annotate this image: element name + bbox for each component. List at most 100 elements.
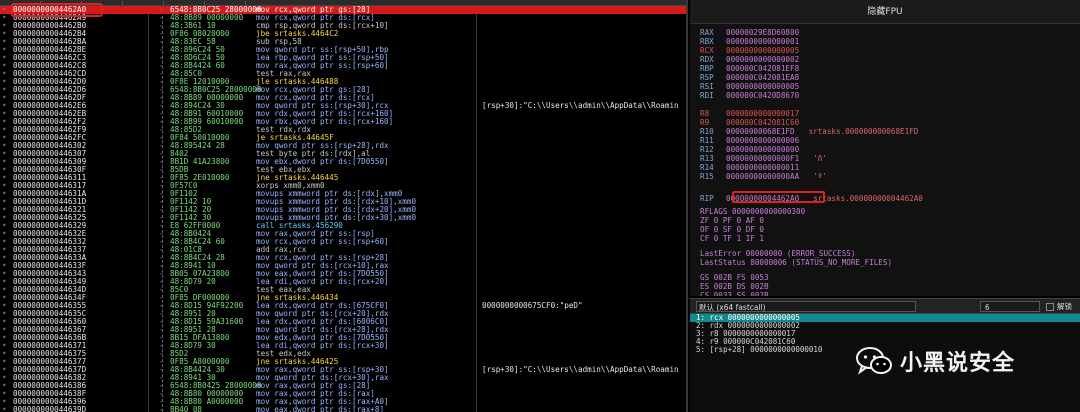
register-r13[interactable]: R13 00000000000000F1 'ñ' bbox=[700, 154, 827, 163]
register-r15[interactable]: R15 00000000000000AA 'ª' bbox=[700, 172, 827, 181]
breakpoint-gutter[interactable]: • bbox=[2, 206, 12, 214]
breakpoint-gutter[interactable]: • bbox=[2, 382, 12, 390]
flags-line[interactable]: RFLAGS 0000000000000300 bbox=[700, 207, 805, 216]
register-value[interactable]: 0000000000000001 bbox=[726, 37, 799, 46]
register-rip[interactable]: RIP 00000000004462A0 srtasks.0000000000446… bbox=[700, 191, 923, 203]
breakpoint-gutter[interactable]: • bbox=[2, 166, 12, 174]
breakpoint-gutter[interactable]: • bbox=[2, 294, 12, 302]
instruction-row[interactable]: • 000000000044633F -48:8941 10 mov qword pt… bbox=[0, 262, 686, 270]
instruction-row[interactable]: • 000000000044631A -0F1102 movups xmmword p… bbox=[0, 190, 686, 198]
breakpoint-gutter[interactable]: • bbox=[2, 110, 12, 118]
breakpoint-gutter[interactable]: • bbox=[2, 366, 12, 374]
instruction-row[interactable]: • 000000000044633A -48:8B4C24 28 mov rcx,qw… bbox=[0, 254, 686, 262]
register-r9[interactable]: R9 000000C042081C60 bbox=[700, 118, 813, 127]
breakpoint-gutter[interactable]: • bbox=[2, 94, 12, 102]
breakpoint-gutter[interactable]: • bbox=[2, 86, 12, 94]
breakpoint-gutter[interactable]: • bbox=[2, 126, 12, 134]
instruction-row[interactable]: • 000000000044634D -85C0 test eax,eax bbox=[0, 286, 686, 294]
instruction-row[interactable]: • 00000000004462EB -48:8B91 60010000 mov rd… bbox=[0, 110, 686, 118]
register-value[interactable]: 0000000000000011 bbox=[726, 163, 799, 172]
breakpoint-gutter[interactable]: • bbox=[2, 134, 12, 142]
instruction-row[interactable]: • 00000000004462FC -0F84 50010000 je srtask… bbox=[0, 134, 686, 142]
instruction-row[interactable]: • 0000000000446302 -48:895424 28 mov qword … bbox=[0, 142, 686, 150]
breakpoint-gutter[interactable]: • bbox=[2, 270, 12, 278]
register-rdi[interactable]: RDI 000000C0420D8670 bbox=[700, 91, 813, 100]
instruction-row[interactable]: • 0000000000446377 -0F85 A8000000 jne srtas… bbox=[0, 358, 686, 366]
instruction-row[interactable]: • 0000000000446332 -48:8B4C24 60 mov rcx,qw… bbox=[0, 238, 686, 246]
register-value[interactable]: 00000000000000AA bbox=[726, 172, 799, 181]
segment-line[interactable]: CS 0033 SS 002B bbox=[700, 291, 769, 296]
arg-count-select[interactable]: 6 bbox=[980, 301, 1040, 312]
breakpoint-gutter[interactable]: • bbox=[2, 198, 12, 206]
instruction-row[interactable]: • 00000000004462D0 -0F8E 12010000 jle srtas… bbox=[0, 78, 686, 86]
register-rbx[interactable]: RBX 0000000000000001 bbox=[700, 37, 813, 46]
breakpoint-gutter[interactable]: • bbox=[2, 302, 12, 310]
register-value[interactable]: 000000C0420D8670 bbox=[726, 91, 799, 100]
instruction-row[interactable]: • 000000000044632E -48:8B0424 mov rax,qword… bbox=[0, 230, 686, 238]
register-value[interactable]: 000000C042081C60 bbox=[726, 118, 799, 127]
instruction-row[interactable]: • 00000000004462B0 -48:3B61 10 cmp rsp,qwor… bbox=[0, 22, 686, 30]
register-value[interactable]: 00000000068E1FD bbox=[726, 127, 795, 136]
instruction-row[interactable]: • 00000000004462CD -48:85C0 test rax,rax bbox=[0, 70, 686, 78]
breakpoint-gutter[interactable]: • bbox=[2, 334, 12, 342]
breakpoint-gutter[interactable]: • bbox=[2, 174, 12, 182]
register-value[interactable]: 0000000000000002 bbox=[726, 55, 799, 64]
instruction-row[interactable]: • 00000000004462F9 -48:85D2 test rdx,rdx bbox=[0, 126, 686, 134]
instruction-row[interactable]: • 0000000000446309 -8B1D 41A23800 mov ebx,d… bbox=[0, 158, 686, 166]
breakpoint-gutter[interactable]: • bbox=[2, 286, 12, 294]
breakpoint-gutter[interactable]: • bbox=[2, 390, 12, 398]
register-value[interactable]: 00000000000000F1 bbox=[726, 154, 799, 163]
breakpoint-gutter[interactable]: • bbox=[2, 358, 12, 366]
disassembly-panel[interactable]: • 00000000004462A0-6548:8B0C25 28000000 mo… bbox=[0, 0, 688, 412]
breakpoint-gutter[interactable]: • bbox=[2, 62, 12, 70]
instruction-row[interactable]: • 00000000004462C3 -48:8D6C24 50 lea rbp,qw… bbox=[0, 54, 686, 62]
breakpoint-gutter[interactable]: • bbox=[2, 374, 12, 382]
breakpoint-gutter[interactable]: • bbox=[2, 30, 12, 38]
instruction-row[interactable]: • 00000000004462BE -48:896C24 50 mov qword … bbox=[0, 46, 686, 54]
breakpoint-gutter[interactable]: • bbox=[2, 406, 12, 412]
instruction-row[interactable]: • 0000000000446360 -48:8D15 59A31600 lea rd… bbox=[0, 318, 686, 326]
instruction-row[interactable]: • 0000000000446307 -8402 test byte ptr ds:[… bbox=[0, 150, 686, 158]
breakpoint-gutter[interactable]: • bbox=[2, 102, 12, 110]
breakpoint-gutter[interactable]: • bbox=[2, 254, 12, 262]
breakpoint-gutter[interactable]: • bbox=[2, 342, 12, 350]
instruction-row[interactable]: • 00000000004462BA -48:83EC 58 sub rsp,58 bbox=[0, 38, 686, 46]
hide-fpu-toggle[interactable]: 隐藏FPU bbox=[690, 0, 1080, 24]
instruction-row[interactable]: • 000000000044639D -8B40 08 mov eax,dword p… bbox=[0, 406, 686, 412]
register-rsp[interactable]: RSP 000000C042081EA8 bbox=[700, 73, 813, 82]
breakpoint-gutter[interactable]: • bbox=[2, 22, 12, 30]
instruction-row[interactable]: • 0000000000446337 -48:01C8 add rax,rcx bbox=[0, 246, 686, 254]
instruction-row[interactable]: • 00000000004462D6 -6548:8B0C25 28000000 mo… bbox=[0, 86, 686, 94]
breakpoint-gutter[interactable]: • bbox=[2, 310, 12, 318]
flags-line[interactable]: ZF 0 PF 0 AF 0 bbox=[700, 216, 764, 225]
register-rax[interactable]: RAX 00000029E8D60800 bbox=[700, 28, 813, 37]
instruction-row[interactable]: • 0000000000446325 -0F1142 30 movups xmmwor… bbox=[0, 214, 686, 222]
register-value[interactable]: 0000000000000006 bbox=[726, 136, 799, 145]
instruction-row[interactable]: • 00000000004462DF -48:8B89 00000000 mov rc… bbox=[0, 94, 686, 102]
instruction-row[interactable]: • 000000000044636B -8B15 DFA13800 mov edx,d… bbox=[0, 334, 686, 342]
instruction-row[interactable]: • 00000000004462C8 -48:8B4424 60 mov rax,qw… bbox=[0, 62, 686, 70]
register-value[interactable]: 0000000000000017 bbox=[726, 109, 799, 118]
instruction-row[interactable]: • 0000000000446371 -48:8D79 30 lea rdi,qwor… bbox=[0, 342, 686, 350]
flags-line[interactable]: OF 0 SF 0 DF 0 bbox=[700, 225, 764, 234]
breakpoint-gutter[interactable]: • bbox=[2, 182, 12, 190]
register-value[interactable]: 0000000000000005 bbox=[726, 82, 799, 91]
registers-panel[interactable]: 隐藏FPU RAX 00000029E8D60800 RBX 000000000000… bbox=[690, 0, 1080, 296]
register-rbp[interactable]: RBP 000000C042081EF8 bbox=[700, 64, 813, 73]
register-value[interactable]: 00000029E8D60800 bbox=[726, 28, 799, 37]
instruction-row[interactable]: • 0000000000446343 -8B05 07A23800 mov eax,d… bbox=[0, 270, 686, 278]
instruction-row[interactable]: • 0000000000446367 -48:8951 28 mov qword pt… bbox=[0, 326, 686, 334]
instruction-row[interactable]: • 000000000044631D -0F1142 10 movups xmmwor… bbox=[0, 198, 686, 206]
register-value[interactable]: 0000000000000005 bbox=[726, 46, 799, 55]
breakpoint-gutter[interactable]: • bbox=[2, 190, 12, 198]
register-value[interactable]: 000000C042081EA8 bbox=[726, 73, 799, 82]
breakpoint-gutter[interactable]: • bbox=[2, 278, 12, 286]
current-instruction-row[interactable]: • 00000000004462A0-6548:8B0C25 28000000 mo… bbox=[0, 6, 686, 14]
register-rdx[interactable]: RDX 0000000000000002 bbox=[700, 55, 813, 64]
instruction-row[interactable]: • 000000000044637D -48:8B4424 30 mov rax,qw… bbox=[0, 366, 686, 374]
register-r8[interactable]: R8 0000000000000017 bbox=[700, 109, 813, 118]
breakpoint-gutter[interactable]: • bbox=[2, 54, 12, 62]
breakpoint-gutter[interactable]: • bbox=[2, 214, 12, 222]
instruction-row[interactable]: • 00000000004462A9-48:8B89 00000000 mov rc… bbox=[0, 14, 686, 22]
register-value[interactable]: 0000000000000000 bbox=[726, 145, 799, 154]
